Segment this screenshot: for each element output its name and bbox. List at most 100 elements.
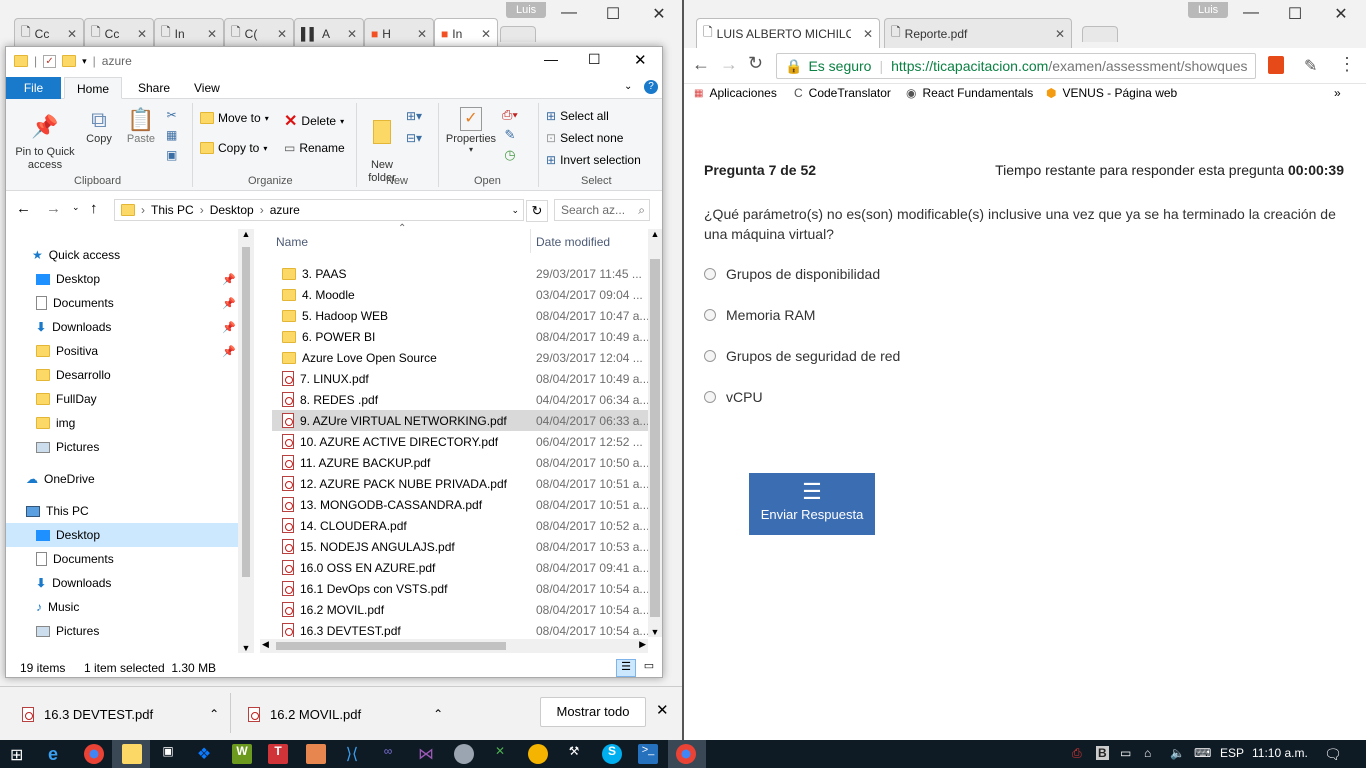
close-icon[interactable]: ✕: [656, 701, 669, 719]
store-icon[interactable]: ▣: [158, 744, 178, 764]
close-window-icon[interactable]: ✕: [636, 4, 682, 24]
file-row[interactable]: 10. AZURE ACTIVE DIRECTORY.pdf 06/04/2017…: [272, 431, 648, 452]
browser-tab-active[interactable]: ■ In ✕: [434, 18, 498, 48]
chrome-icon[interactable]: [676, 744, 696, 764]
nav-item[interactable]: img: [6, 411, 238, 435]
dropdown-icon[interactable]: ▾: [82, 56, 87, 67]
nav-item[interactable]: Pictures: [6, 619, 238, 643]
nav-item[interactable]: ⬇ Downloads: [6, 571, 238, 595]
close-tab-icon[interactable]: ✕: [67, 27, 77, 41]
file-row[interactable]: 14. CLOUDERA.pdf 08/04/2017 10:52 a...: [272, 515, 648, 536]
help-icon[interactable]: ?: [644, 80, 658, 94]
notifications-icon[interactable]: 🗨: [1324, 746, 1342, 763]
nav-item[interactable]: ⬇ Downloads 📌: [6, 315, 238, 339]
new-folder-button[interactable]: New folder: [364, 107, 400, 185]
file-row[interactable]: 11. AZURE BACKUP.pdf 08/04/2017 10:50 a..…: [272, 452, 648, 473]
nav-item[interactable]: ♪ Music: [6, 595, 238, 619]
clock[interactable]: 11:10 a.m.: [1252, 746, 1308, 760]
search-input[interactable]: Search az... ⌕: [554, 199, 650, 221]
bookmark-item[interactable]: C CodeTranslator: [794, 86, 891, 100]
more-bookmarks-icon[interactable]: »: [1334, 86, 1341, 100]
copy-button[interactable]: ⧉ Copy: [84, 107, 114, 145]
paste-button[interactable]: 📋 Paste: [124, 107, 158, 145]
radio-button[interactable]: [704, 350, 716, 362]
invert-selection-button[interactable]: ⊞ Invert selection: [546, 153, 641, 167]
minimize-icon[interactable]: —: [1228, 4, 1274, 22]
nav-item[interactable]: Documents 📌: [6, 291, 238, 315]
tray-b-icon[interactable]: B: [1096, 746, 1109, 760]
breadcrumb-item[interactable]: azure: [270, 203, 300, 217]
easy-access-icon[interactable]: ⊟▾: [406, 127, 422, 149]
horizontal-scrollbar[interactable]: ◀ ▶: [260, 639, 648, 653]
file-explorer-icon[interactable]: [122, 744, 142, 764]
column-header-date[interactable]: Date modified: [536, 235, 610, 249]
pin-icon[interactable]: 📌: [222, 321, 236, 334]
file-row[interactable]: Azure Love Open Source 29/03/2017 12:04 .…: [272, 347, 648, 368]
scroll-down-icon[interactable]: ▼: [648, 627, 662, 637]
nav-item[interactable]: Documents: [6, 547, 238, 571]
profile-badge[interactable]: Luis: [1188, 2, 1229, 18]
file-row[interactable]: 15. NODEJS ANGULAJS.pdf 08/04/2017 10:53 …: [272, 536, 648, 557]
powershell-icon[interactable]: >_: [638, 744, 658, 764]
bookmark-apps[interactable]: ▦ Aplicaciones: [694, 86, 777, 100]
new-item-icon[interactable]: ⊞▾: [406, 105, 422, 127]
app-t-icon[interactable]: T: [268, 744, 288, 764]
delete-button[interactable]: ✕ Delete ▾: [284, 111, 344, 131]
file-row[interactable]: 5. Hadoop WEB 08/04/2017 10:47 a...: [272, 305, 648, 326]
profile-badge[interactable]: Luis: [506, 2, 547, 18]
bookmark-item[interactable]: ◉ React Fundamentals: [906, 86, 1033, 100]
up-arrow-icon[interactable]: ↑: [90, 200, 98, 217]
bookmark-item[interactable]: ⬢ VENUS - Página web: [1046, 86, 1178, 100]
select-none-button[interactable]: ⊡ Select none: [546, 131, 623, 145]
file-row[interactable]: 16.2 MOVIL.pdf 08/04/2017 10:54 a...: [272, 599, 648, 620]
pdf-open-icon[interactable]: ⎙▾: [502, 105, 518, 125]
network-icon[interactable]: ⌂: [1144, 746, 1151, 760]
forward-arrow-icon[interactable]: →: [46, 200, 61, 217]
keyboard-icon[interactable]: ⌨: [1194, 746, 1211, 760]
browser-tab[interactable]: 🗋 C(✕: [224, 18, 294, 48]
tab-home[interactable]: Home: [64, 77, 123, 99]
answer-option[interactable]: Grupos de seguridad de red: [704, 348, 900, 364]
select-all-button[interactable]: ⊞ Select all: [546, 109, 609, 123]
copy-path-icon[interactable]: ▦: [166, 125, 177, 145]
pin-icon[interactable]: 📌: [222, 345, 236, 358]
properties-button[interactable]: ✓ Properties ▾: [444, 107, 498, 154]
close-tab-icon[interactable]: ✕: [417, 27, 427, 41]
maximize-icon[interactable]: ☐: [1272, 4, 1318, 24]
monitor-icon[interactable]: ▭: [1120, 746, 1131, 760]
app-icon[interactable]: [528, 744, 548, 764]
file-row[interactable]: 4. Moodle 03/04/2017 09:04 ...: [272, 284, 648, 305]
browser-tab[interactable]: ▌▌ A ✕: [294, 18, 364, 48]
nav-item[interactable]: Desktop 📌: [6, 267, 238, 291]
close-window-icon[interactable]: ✕: [1318, 4, 1364, 24]
file-row[interactable]: 6. POWER BI 08/04/2017 10:49 a...: [272, 326, 648, 347]
show-all-button[interactable]: Mostrar todo: [540, 697, 646, 727]
close-window-icon[interactable]: ✕: [634, 51, 647, 69]
chrome-icon[interactable]: [84, 744, 104, 764]
database-icon[interactable]: [454, 744, 474, 764]
breadcrumb[interactable]: › This PC › Desktop › azure ⌄: [114, 199, 524, 221]
large-icons-view-icon[interactable]: ▭: [640, 659, 658, 677]
tools-icon[interactable]: ⚒: [564, 744, 584, 764]
start-windows-icon[interactable]: ⊞: [10, 745, 23, 765]
chevron-down-icon[interactable]: ⌄: [624, 81, 632, 92]
infinity-icon[interactable]: ∞: [378, 744, 398, 764]
scroll-up-icon[interactable]: ▲: [238, 229, 254, 239]
details-view-icon[interactable]: ☰: [616, 659, 636, 677]
browser-tab[interactable]: ■ H ✕: [364, 18, 434, 48]
app-w-icon[interactable]: W: [232, 744, 252, 764]
column-header-name[interactable]: Name: [276, 235, 308, 249]
new-tab-button[interactable]: [1082, 26, 1118, 42]
edge-icon[interactable]: e: [48, 744, 68, 764]
menu-icon[interactable]: ⋮: [1338, 54, 1356, 75]
file-row[interactable]: 16.3 DEVTEST.pdf 08/04/2017 10:54 a...: [272, 620, 648, 637]
close-tab-icon[interactable]: ✕: [1055, 27, 1065, 41]
breadcrumb-item[interactable]: This PC: [151, 203, 194, 217]
tab-view[interactable]: View: [182, 77, 232, 99]
office-extension-icon[interactable]: [1268, 56, 1284, 74]
browser-tab[interactable]: 🗋 Cc ✕: [84, 18, 154, 48]
nav-item[interactable]: Desarrollo: [6, 363, 238, 387]
file-row[interactable]: 8. REDES .pdf 04/04/2017 06:34 a...: [272, 389, 648, 410]
nav-scrollbar[interactable]: ▲ ▼: [238, 229, 254, 653]
app-icon[interactable]: [306, 744, 326, 764]
